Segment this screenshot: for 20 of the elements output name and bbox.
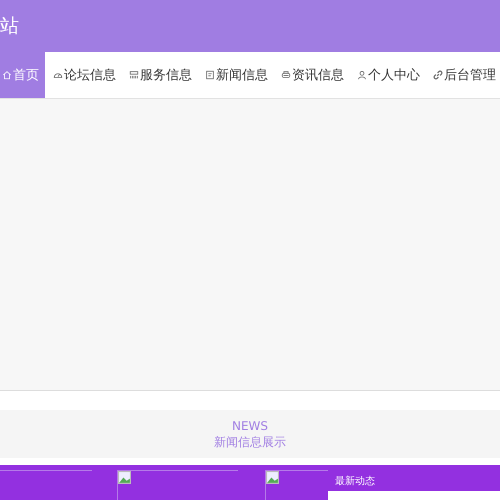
news-card[interactable] <box>117 470 238 500</box>
nav-item[interactable]: 个人中心 <box>349 52 425 98</box>
broken-image-icon <box>266 471 279 484</box>
broken-image-icon <box>118 471 131 484</box>
document-icon <box>205 70 215 80</box>
section-title: 新闻信息展示 <box>214 434 286 450</box>
nav-item[interactable]: 新闻信息 <box>197 52 273 98</box>
news-card[interactable] <box>265 470 328 500</box>
nav-item[interactable]: 后台管理 <box>425 52 500 98</box>
grid-icon <box>129 70 139 80</box>
home-icon <box>2 70 12 80</box>
user-icon <box>357 70 367 80</box>
link-icon <box>433 70 443 80</box>
site-title: 站 <box>0 14 19 39</box>
nav-item[interactable]: 服务信息 <box>121 52 197 98</box>
latest-title: 最新动态 <box>334 474 376 489</box>
section-eyebrow: NEWS <box>232 418 268 434</box>
nav-item[interactable]: 论坛信息 <box>45 52 121 98</box>
nav-item[interactable]: 资讯信息 <box>273 52 349 98</box>
printer-icon <box>281 70 291 80</box>
